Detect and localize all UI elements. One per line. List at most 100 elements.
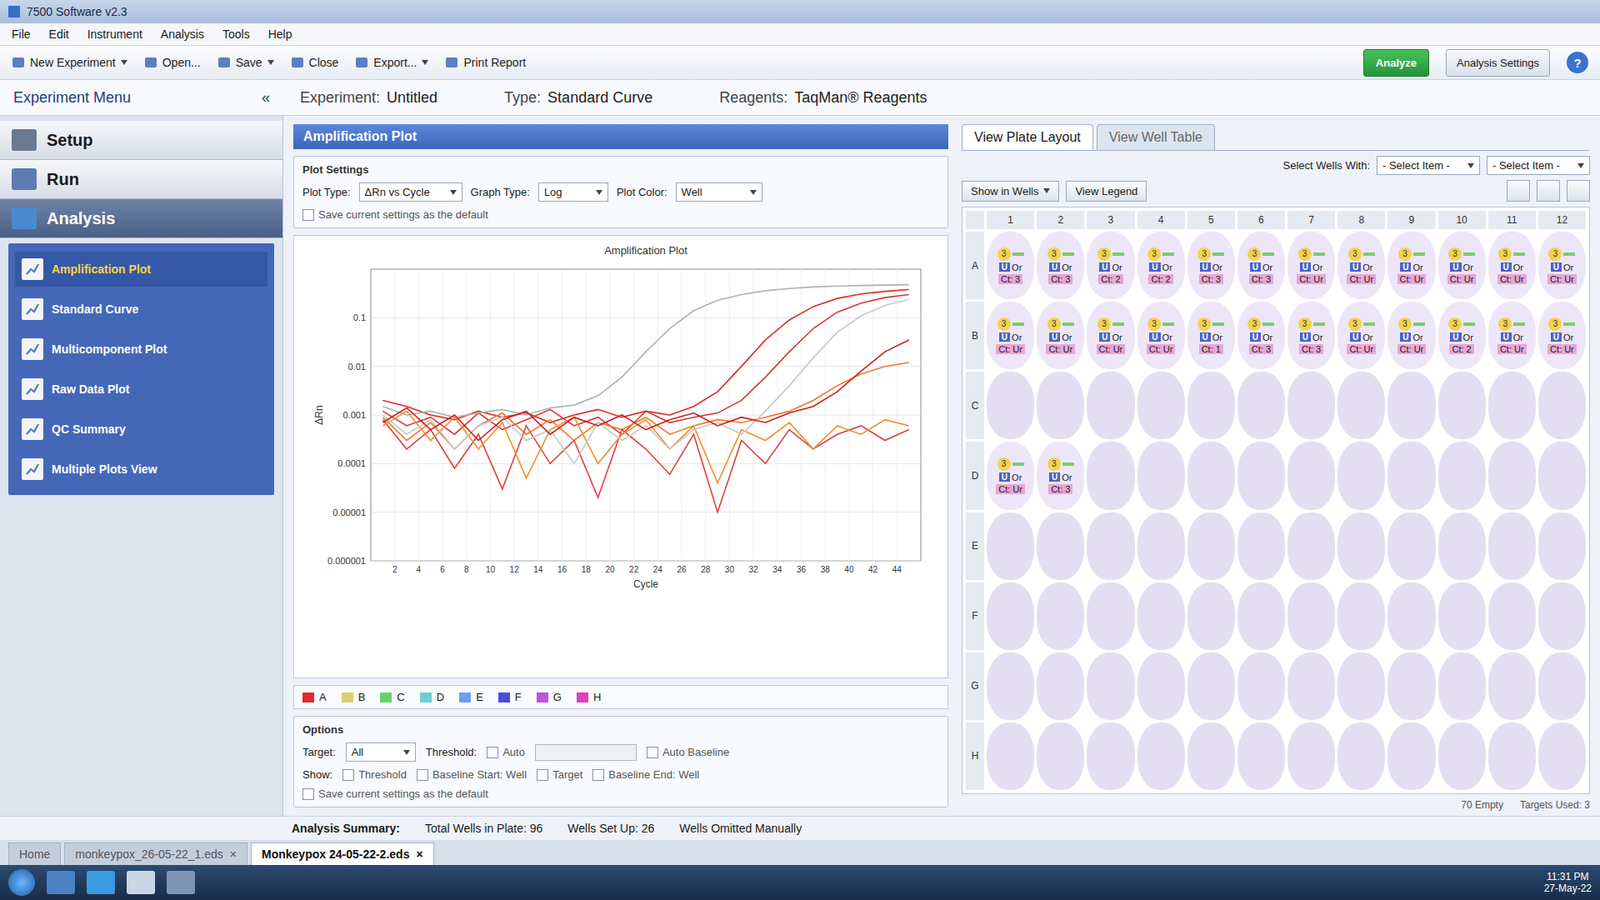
show-checkbox[interactable]: Threshold (342, 768, 407, 781)
well[interactable] (986, 722, 1035, 790)
well[interactable]: 3UOrCt: 3 (1287, 301, 1335, 370)
menu-item[interactable]: Tools (222, 27, 250, 41)
sidebar-section[interactable]: Setup (0, 120, 283, 160)
target-select[interactable]: All (345, 742, 416, 762)
show-checkbox[interactable]: Baseline End: Well (592, 768, 700, 781)
well[interactable]: 3UOrCt: Ur (1086, 301, 1135, 370)
well[interactable] (1337, 441, 1385, 510)
well[interactable] (1137, 582, 1185, 650)
well[interactable] (1237, 512, 1285, 580)
checkbox[interactable] (342, 769, 355, 781)
well[interactable] (1237, 652, 1285, 720)
well[interactable] (1237, 371, 1285, 440)
well[interactable] (1036, 652, 1085, 720)
well[interactable] (1086, 441, 1135, 510)
well[interactable]: 3UOrCt: 3 (1187, 231, 1235, 300)
plot-type-select[interactable]: ΔRn vs Cycle (359, 182, 463, 202)
well[interactable] (1337, 582, 1385, 650)
menu-item[interactable]: File (11, 27, 31, 41)
well[interactable] (1036, 582, 1085, 650)
threshold-field[interactable] (535, 744, 637, 761)
well[interactable]: 3UOrCt: Ur (1287, 231, 1335, 300)
well[interactable] (1187, 652, 1235, 720)
well[interactable]: 3UOrCt: 3 (986, 231, 1035, 300)
well[interactable] (1438, 512, 1486, 580)
well[interactable] (1438, 371, 1486, 440)
checkbox[interactable] (536, 769, 549, 781)
well[interactable] (986, 582, 1035, 650)
move-icon[interactable] (1566, 180, 1590, 202)
well[interactable] (1387, 512, 1435, 580)
menu-item[interactable]: Analysis (160, 27, 205, 41)
well[interactable]: 3UOrCt: Ur (986, 301, 1035, 370)
well[interactable] (1137, 512, 1185, 580)
fit-icon[interactable] (1536, 180, 1560, 202)
well[interactable]: 3UOrCt: 3 (1237, 231, 1285, 300)
well[interactable] (1337, 722, 1385, 790)
start-icon[interactable] (8, 869, 35, 896)
software-icon[interactable] (166, 870, 195, 895)
well[interactable] (1086, 722, 1135, 790)
well[interactable] (1287, 652, 1335, 720)
well[interactable]: 3UOrCt: 2 (1137, 231, 1185, 300)
checkbox[interactable] (302, 788, 315, 800)
view-legend-button[interactable]: View Legend (1065, 180, 1147, 202)
well[interactable] (1488, 652, 1536, 720)
sidebar-item[interactable]: Amplification Plot (15, 251, 268, 287)
file-tab[interactable]: monkeypox_26-05-22_1.eds× (64, 842, 248, 865)
well[interactable] (1187, 441, 1235, 510)
select-item[interactable]: - Select Item - (1486, 155, 1590, 175)
well[interactable] (1438, 441, 1486, 510)
sidebar-item[interactable]: Raw Data Plot (15, 371, 268, 407)
well[interactable] (1036, 722, 1085, 790)
well[interactable] (1538, 722, 1586, 790)
well[interactable] (1086, 582, 1135, 650)
well[interactable] (1538, 371, 1586, 440)
well[interactable] (986, 652, 1035, 720)
sidebar-item[interactable]: Multiple Plots View (15, 451, 268, 487)
show-checkbox[interactable]: Baseline Start: Well (416, 768, 527, 781)
well[interactable] (1488, 512, 1536, 580)
analysis-settings-button[interactable]: Analysis Settings (1445, 49, 1550, 77)
toolbar-button[interactable]: Close (290, 55, 340, 70)
toolbar-button[interactable]: Save (217, 55, 275, 70)
save-default-checkbox[interactable]: Save current settings as the default (302, 208, 940, 221)
well[interactable] (1036, 371, 1085, 440)
show-in-wells-button[interactable]: Show in Wells (961, 180, 1060, 202)
well[interactable] (1237, 722, 1285, 790)
menu-item[interactable]: Edit (49, 27, 70, 41)
plot-color-select[interactable]: Well (675, 182, 763, 202)
well[interactable]: 3UOrCt: 3 (1036, 441, 1085, 510)
well[interactable]: 3UOrCt: 3 (1036, 231, 1085, 300)
well[interactable]: 3UOrCt: Ur (1488, 231, 1536, 300)
well[interactable] (986, 371, 1035, 440)
tab[interactable]: View Plate Layout (961, 124, 1094, 150)
show-checkbox[interactable]: Target (536, 768, 583, 781)
toolbar-button[interactable]: Print Report (445, 55, 526, 70)
well[interactable] (1287, 441, 1335, 510)
well[interactable]: 3UOrCt: 1 (1187, 301, 1235, 370)
sidebar-section[interactable]: Analysis (0, 199, 283, 239)
sidebar-item[interactable]: Multicomponent Plot (15, 331, 268, 367)
checkbox[interactable] (646, 746, 659, 759)
well[interactable]: 3UOrCt: Ur (1036, 301, 1085, 370)
file-tab[interactable]: Home (8, 842, 61, 865)
well[interactable]: 3UOrCt: Ur (986, 441, 1035, 510)
well[interactable] (986, 512, 1035, 580)
toolbar-button[interactable]: New Experiment (11, 55, 128, 70)
explorer-icon[interactable] (46, 870, 75, 895)
well[interactable] (1086, 371, 1135, 440)
well[interactable] (1438, 582, 1486, 650)
well[interactable] (1438, 652, 1486, 720)
well[interactable] (1337, 652, 1385, 720)
well[interactable] (1538, 512, 1586, 580)
well[interactable] (1287, 582, 1335, 650)
well[interactable] (1337, 512, 1385, 580)
collapse-button[interactable]: « (261, 89, 270, 107)
select-item[interactable]: - Select Item - (1376, 155, 1480, 175)
auto-threshold-checkbox[interactable]: Auto (486, 745, 525, 759)
sidebar-item[interactable]: QC Summary (15, 411, 268, 447)
well[interactable] (1287, 371, 1335, 440)
well[interactable] (1337, 371, 1385, 440)
well[interactable]: 3UOrCt: Ur (1387, 231, 1435, 300)
